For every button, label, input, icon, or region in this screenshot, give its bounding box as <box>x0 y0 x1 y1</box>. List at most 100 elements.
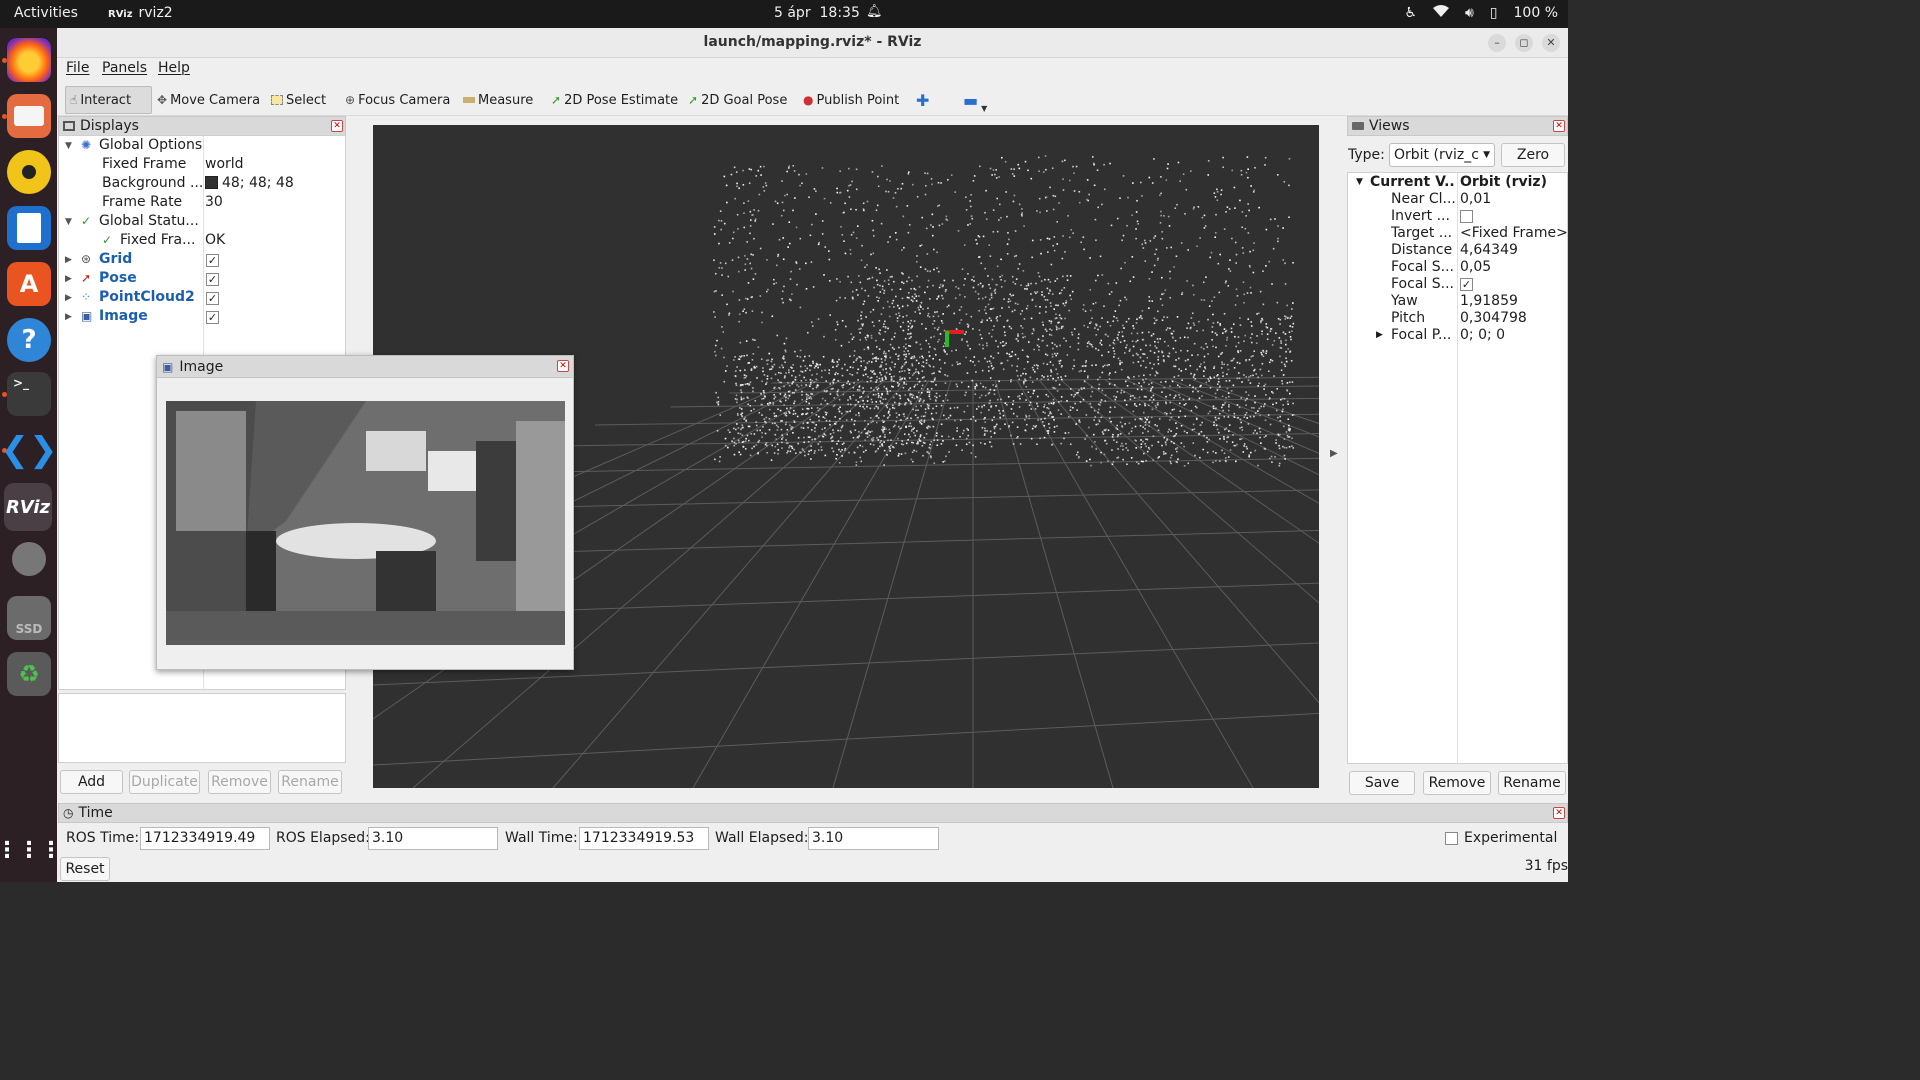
tree-row-frame-rate[interactable]: Frame Rate 30 <box>59 194 345 213</box>
close-panel-icon[interactable]: ✕ <box>557 360 569 372</box>
collapse-arrow-icon[interactable]: ▶ <box>1376 330 1383 340</box>
expand-arrow-icon[interactable]: ▼ <box>1356 177 1363 187</box>
ros-elapsed-field[interactable]: 3.10 <box>368 827 498 850</box>
move-camera-tool[interactable]: ✥ Move Camera <box>153 86 264 114</box>
current-view-row[interactable]: ▼ Current V... Orbit (rviz) <box>1348 174 1567 191</box>
image-checkbox[interactable]: ✓ <box>206 311 219 324</box>
tree-row-pose[interactable]: ▶ ➚ Pose ✓ <box>59 270 345 289</box>
view-type-select[interactable]: Orbit (rviz_c ▼ <box>1389 143 1495 167</box>
firefox-icon[interactable] <box>7 38 51 82</box>
show-apps-icon[interactable]: ⋮⋮⋮ <box>0 828 62 872</box>
duplicate-button[interactable]: Duplicate <box>129 770 200 794</box>
view-row[interactable]: Focal S... 0,05 <box>1348 259 1567 276</box>
view-prop-value[interactable]: 0; 0; 0 <box>1460 327 1505 343</box>
view-row[interactable]: Target ... <Fixed Frame> <box>1348 225 1568 242</box>
publish-point-tool[interactable]: ● Publish Point <box>799 86 903 114</box>
close-panel-icon[interactable]: ✕ <box>1553 807 1565 819</box>
add-button[interactable]: Add <box>60 770 123 794</box>
vscode-icon[interactable]: ❮❯ <box>1 428 58 472</box>
view-prop-value[interactable]: <Fixed Frame> <box>1460 225 1568 241</box>
terminal-icon[interactable]: >_ <box>7 372 51 416</box>
menu-file[interactable]: File <box>66 60 89 76</box>
focus-camera-tool[interactable]: ⊕ Focus Camera <box>341 86 454 114</box>
tree-row-background[interactable]: Background ... 48; 48; 48 <box>59 175 345 194</box>
pose-estimate-tool[interactable]: ➚ 2D Pose Estimate <box>547 86 682 114</box>
tree-row-global-status[interactable]: ▼ ✓ Global Statu... <box>59 213 345 232</box>
menu-panels[interactable]: Panels <box>102 60 147 76</box>
save-view-button[interactable]: Save <box>1349 771 1415 795</box>
view-prop-value[interactable]: 0,05 <box>1460 259 1491 275</box>
fixed-frame-value[interactable]: world <box>205 156 244 172</box>
tree-row-pointcloud2[interactable]: ▶ ⁘ PointCloud2 ✓ <box>59 289 345 308</box>
view-prop-value[interactable]: 4,64349 <box>1460 242 1518 258</box>
experimental-checkbox[interactable] <box>1445 832 1458 845</box>
ssd-drive-icon[interactable]: SSD <box>7 596 51 640</box>
remove-display-button[interactable]: Remove <box>208 770 271 794</box>
wall-time-field[interactable]: 1712334919.53 <box>579 827 709 850</box>
view-row[interactable]: Distance 4,64349 <box>1348 242 1567 259</box>
expand-arrow-icon[interactable]: ▼ <box>65 217 72 227</box>
splitter-arrow-icon[interactable]: ▶ <box>1330 448 1338 459</box>
minimize-icon[interactable]: – <box>1488 34 1506 52</box>
view-row[interactable]: ▶ Focal P... 0; 0; 0 <box>1348 327 1567 344</box>
background-value[interactable]: 48; 48; 48 <box>205 175 294 191</box>
view-prop-value[interactable]: 1,91859 <box>1460 293 1518 309</box>
tree-row-global-options[interactable]: ▼ ✺ Global Options <box>59 137 345 156</box>
grid-checkbox[interactable]: ✓ <box>206 254 219 267</box>
tree-row-image[interactable]: ▶ ▣ Image ✓ <box>59 308 345 327</box>
collapse-arrow-icon[interactable]: ▶ <box>65 312 72 322</box>
view-row[interactable]: Focal S... ✓ <box>1348 276 1567 293</box>
ros-time-field[interactable]: 1712334919.49 <box>140 827 270 850</box>
app-menu[interactable]: RViz rviz2 <box>108 5 173 21</box>
menu-help[interactable]: Help <box>158 60 190 76</box>
tree-row-grid[interactable]: ▶ ⊛ Grid ✓ <box>59 251 345 270</box>
collapse-arrow-icon[interactable]: ▶ <box>65 255 72 265</box>
select-tool[interactable]: Select <box>267 86 330 114</box>
files-icon[interactable] <box>7 94 51 138</box>
disk-icon[interactable] <box>12 542 46 576</box>
zero-button[interactable]: Zero <box>1501 143 1565 167</box>
view-row[interactable]: Yaw 1,91859 <box>1348 293 1567 310</box>
trash-icon[interactable]: ♻︎ <box>7 652 51 696</box>
measure-tool[interactable]: Measure <box>459 86 537 114</box>
pose-checkbox[interactable]: ✓ <box>206 273 219 286</box>
rename-display-button[interactable]: Rename <box>278 770 342 794</box>
frame-rate-value[interactable]: 30 <box>205 194 223 210</box>
pointcloud2-checkbox[interactable]: ✓ <box>206 292 219 305</box>
tree-row-fixed-frame-status[interactable]: ✓ Fixed Fra... OK <box>59 232 345 251</box>
writer-icon[interactable] <box>7 206 51 250</box>
wall-elapsed-field[interactable]: 3.10 <box>808 827 939 850</box>
activities-button[interactable]: Activities <box>14 5 78 21</box>
image-panel[interactable]: ▣ Image ✕ <box>156 355 574 670</box>
focal-shape-checkbox[interactable]: ✓ <box>1460 278 1473 291</box>
rhythmbox-icon[interactable] <box>7 150 51 194</box>
view-prop-value[interactable]: 0,01 <box>1460 191 1491 207</box>
collapse-arrow-icon[interactable]: ▶ <box>65 274 72 284</box>
close-window-icon[interactable]: ✕ <box>1542 34 1560 52</box>
invert-checkbox[interactable] <box>1460 210 1473 223</box>
title-bar[interactable]: launch/mapping.rviz* - RViz – ◻ ✕ <box>57 28 1568 58</box>
remove-tool-icon[interactable]: ▬ ▼ <box>959 86 991 114</box>
rename-view-button[interactable]: Rename <box>1498 771 1566 795</box>
image-panel-header[interactable]: ▣ Image ✕ <box>157 356 573 378</box>
add-tool-icon[interactable]: ✚ <box>912 86 933 114</box>
app-center-icon[interactable]: A <box>7 262 51 306</box>
view-row[interactable]: Near Cl... 0,01 <box>1348 191 1567 208</box>
goal-pose-tool[interactable]: ➚ 2D Goal Pose <box>684 86 791 114</box>
tree-row-fixed-frame[interactable]: Fixed Frame world <box>59 156 345 175</box>
view-prop-value[interactable]: 0,304798 <box>1460 310 1527 326</box>
clock[interactable]: 5 ápr 18:35 <box>774 5 860 21</box>
close-panel-icon[interactable]: ✕ <box>331 120 343 132</box>
maximize-icon[interactable]: ◻ <box>1515 34 1533 52</box>
expand-arrow-icon[interactable]: ▼ <box>65 141 72 151</box>
close-panel-icon[interactable]: ✕ <box>1553 120 1565 132</box>
view-row[interactable]: Invert ... <box>1348 208 1567 225</box>
collapse-arrow-icon[interactable]: ▶ <box>65 293 72 303</box>
notification-bell-icon[interactable]: 🔔︎ <box>866 4 883 19</box>
help-icon[interactable]: ? <box>7 318 51 362</box>
view-row[interactable]: Pitch 0,304798 <box>1348 310 1567 327</box>
interact-tool[interactable]: ☝︎ Interact <box>65 86 152 114</box>
rviz-icon[interactable]: RViz <box>4 483 52 531</box>
system-tray[interactable]: ♿︎ 🔊︎ ▯ 100 % <box>1404 5 1558 21</box>
remove-view-button[interactable]: Remove <box>1423 771 1491 795</box>
